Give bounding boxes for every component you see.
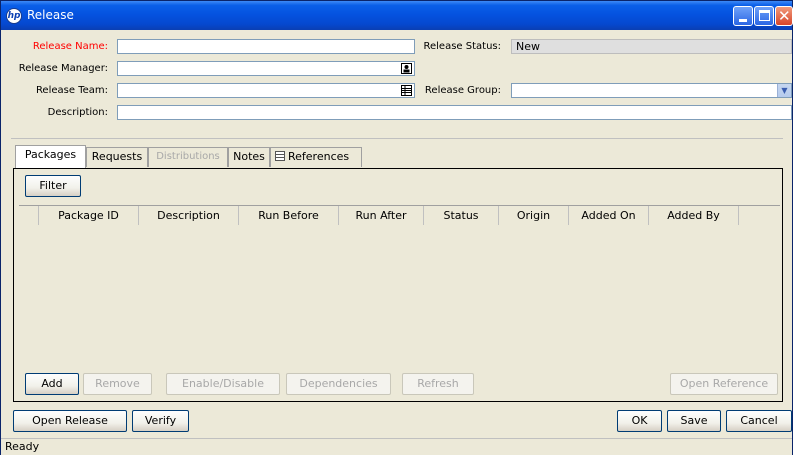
tab-distributions: Distributions [148,147,228,167]
add-button[interactable]: Add [25,373,79,395]
release-manager-field[interactable] [117,61,415,76]
ok-button[interactable]: OK [617,410,662,432]
column-header-added-on[interactable]: Added On [569,206,649,225]
close-button[interactable]: ✕ [775,6,793,26]
cancel-button[interactable]: Cancel [726,410,792,432]
release-window: hp Release ✕ Release Name: Release Manag… [0,0,793,455]
packages-table: Package ID Description Run Before Run Af… [19,205,780,364]
hp-logo-icon: hp [6,8,22,24]
window-title: Release [27,8,74,22]
enable-disable-button: Enable/Disable [166,373,280,395]
tab-notes[interactable]: Notes [228,147,270,167]
packages-panel: Filter Package ID Description Run Before… [13,168,783,402]
description-field[interactable] [117,105,792,120]
packages-table-body[interactable] [19,226,780,364]
release-name-field[interactable] [117,39,415,54]
maximize-button[interactable] [754,6,774,26]
column-header-run-after[interactable]: Run After [339,206,424,225]
column-header-package-id[interactable]: Package ID [39,206,139,225]
release-group-label: Release Group: [424,85,501,96]
verify-button[interactable]: Verify [132,410,189,432]
column-header-origin[interactable]: Origin [499,206,569,225]
remove-button: Remove [83,373,152,395]
dependencies-button: Dependencies [286,373,391,395]
release-team-label: Release Team: [35,85,108,96]
column-header-run-before[interactable]: Run Before [239,206,339,225]
list-icon [275,151,285,161]
maximize-icon [759,10,770,21]
open-release-button[interactable]: Open Release [13,410,127,432]
release-team-field[interactable] [117,83,415,98]
release-status-label: Release Status: [423,41,502,52]
release-status-field: New [511,39,792,54]
chevron-down-icon[interactable]: ▼ [777,84,791,97]
minimize-button[interactable] [733,6,753,26]
column-header-status[interactable]: Status [424,206,499,225]
row-selector-header [19,206,39,225]
release-group-select[interactable]: ▼ [511,83,792,98]
refresh-button: Refresh [402,373,474,395]
column-header-added-by[interactable]: Added By [649,206,739,225]
title-bar[interactable]: hp Release ✕ [1,1,793,30]
team-picker-icon[interactable] [401,85,412,96]
release-status-value: New [516,40,540,53]
release-name-label: Release Name: [32,41,108,52]
minimize-icon [739,19,747,22]
save-button[interactable]: Save [667,410,721,432]
close-icon: ✕ [778,7,791,25]
release-manager-label: Release Manager: [18,63,108,74]
section-divider [11,138,783,139]
description-label: Description: [47,107,108,118]
filter-button[interactable]: Filter [25,175,81,197]
user-picker-icon[interactable] [401,63,412,74]
open-reference-button: Open Reference [670,373,778,395]
tab-packages[interactable]: Packages [15,145,86,169]
tab-references[interactable]: References [270,147,362,167]
tab-references-label: References [288,150,350,163]
status-bar: Ready [1,438,792,455]
tab-requests[interactable]: Requests [86,147,148,167]
column-header-description[interactable]: Description [139,206,239,225]
